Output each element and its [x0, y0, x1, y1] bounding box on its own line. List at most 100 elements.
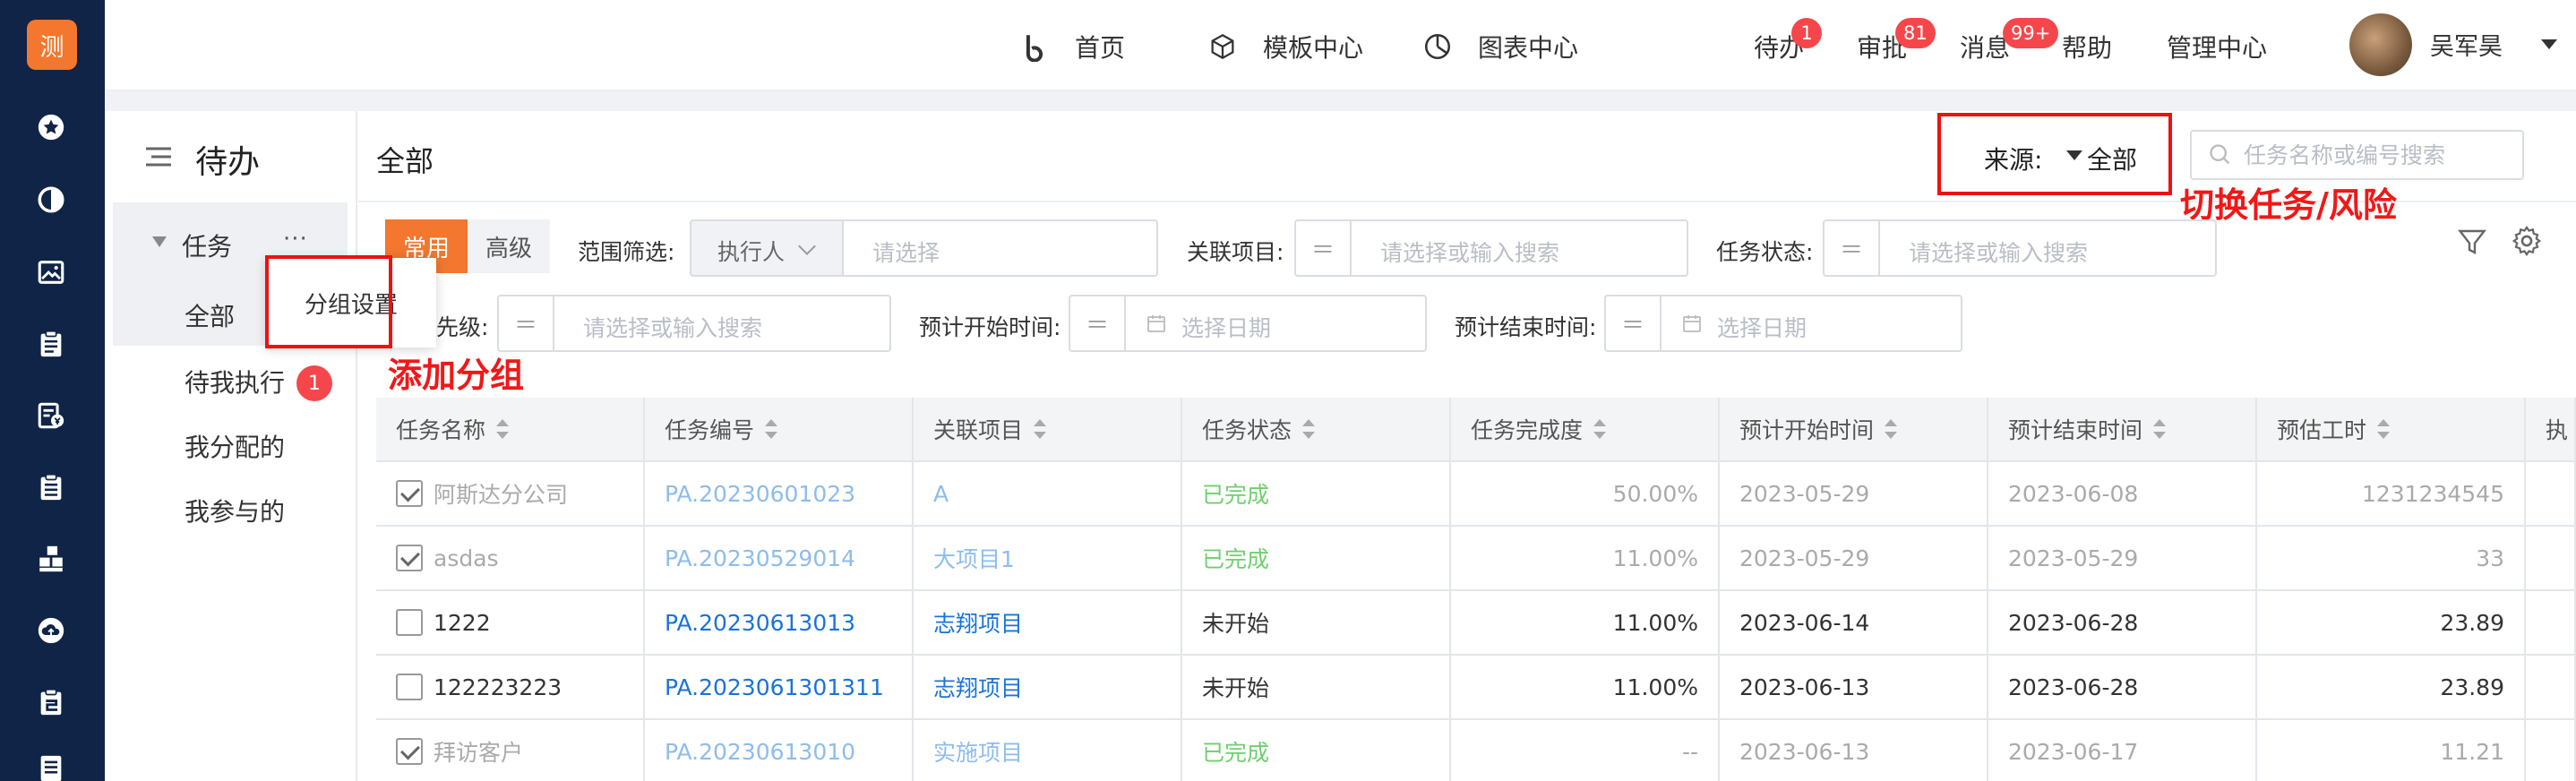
equals-operator-icon[interactable]: ＝: [499, 296, 554, 350]
row-checkbox[interactable]: [396, 545, 423, 571]
sidebar-item-all[interactable]: 全部: [185, 297, 235, 333]
project-filter-placeholder: 请选择或输入搜索: [1380, 240, 1560, 266]
star-icon[interactable]: [35, 111, 67, 143]
cell-text-progress: 11.00%: [1612, 545, 1698, 571]
table-header-col-end[interactable]: 预计结束时间: [1988, 398, 2257, 462]
header-divider-strip: [105, 91, 2576, 111]
table-cell-project[interactable]: 实施项目: [914, 720, 1182, 781]
table-cell-code[interactable]: PA.20230613010: [645, 720, 914, 781]
todo-badge: 1: [1791, 18, 1822, 48]
sort-icon[interactable]: [765, 419, 778, 439]
more-options-icon[interactable]: ···: [283, 226, 308, 253]
money-document-icon[interactable]: [35, 399, 67, 432]
nav-help[interactable]: 帮助: [2062, 27, 2112, 66]
sidebar-group-label[interactable]: 任务: [182, 227, 232, 263]
document-icon[interactable]: [35, 752, 67, 781]
status-filter-input[interactable]: ＝ 请选择或输入搜索: [1823, 219, 2217, 277]
cell-text-project: 实施项目: [933, 740, 1024, 766]
table-cell-code[interactable]: PA.20230601023: [645, 462, 914, 527]
sort-icon[interactable]: [2377, 419, 2391, 439]
status-filter-placeholder: 请选择或输入搜索: [1909, 240, 2089, 266]
table-cell-start: 2023-05-29: [1720, 527, 1988, 591]
table-cell-status: 已完成: [1182, 527, 1451, 591]
table-header-label: 任务编号: [665, 417, 755, 443]
row-checkbox[interactable]: [396, 674, 423, 700]
cell-text-project: 大项目1: [933, 546, 1015, 572]
table-header-col-start[interactable]: 预计开始时间: [1720, 398, 1988, 462]
equals-operator-icon[interactable]: ＝: [1825, 221, 1880, 275]
end-date-placeholder: 选择日期: [1717, 315, 1807, 341]
sort-icon[interactable]: [1593, 419, 1607, 439]
sort-icon[interactable]: [1302, 419, 1316, 439]
menu-collapse-icon[interactable]: [146, 146, 171, 167]
executor-input[interactable]: 请选择: [842, 219, 1158, 277]
table-cell-project[interactable]: 志翔项目: [914, 656, 1182, 720]
table-header-col-hours[interactable]: 预估工时: [2257, 398, 2526, 462]
table-header-col-progress[interactable]: 任务完成度: [1451, 398, 1720, 462]
cloud-upload-icon[interactable]: [35, 614, 67, 647]
cell-text-status: 已完成: [1202, 482, 1270, 508]
nav-charts[interactable]: 图表中心: [1422, 27, 1578, 66]
sidebar-item-pending-exec[interactable]: 待我执行: [185, 364, 285, 399]
cell-text-status: 未开始: [1202, 675, 1270, 701]
table-header-col-executor[interactable]: 执: [2526, 398, 2576, 462]
project-filter-label: 关联项目:: [1187, 239, 1284, 265]
table-cell-executor: [2526, 527, 2576, 591]
page-title: 全部: [376, 144, 434, 178]
sort-icon[interactable]: [2153, 419, 2167, 439]
row-checkbox[interactable]: [396, 480, 423, 507]
tab-advanced[interactable]: 高级: [468, 219, 550, 273]
table-cell-name: 1222: [376, 591, 645, 656]
table-cell-status: 已完成: [1182, 462, 1451, 527]
checklist-icon[interactable]: [35, 471, 67, 503]
row-checkbox[interactable]: [396, 738, 423, 765]
table-header-col-task-code[interactable]: 任务编号: [645, 398, 914, 462]
messages-badge: 99+: [2003, 18, 2059, 48]
sort-icon[interactable]: [1034, 419, 1047, 439]
pie-chart-icon[interactable]: [35, 184, 67, 216]
priority-filter-input[interactable]: ＝ 请选择或输入搜索: [497, 295, 891, 352]
cell-text-status: 已完成: [1202, 740, 1270, 766]
equals-operator-icon[interactable]: ＝: [1606, 296, 1662, 350]
clipboard-icon[interactable]: [35, 328, 67, 360]
project-filter-input[interactable]: ＝ 请选择或输入搜索: [1294, 219, 1688, 277]
filter-icon[interactable]: [2456, 226, 2488, 258]
table-cell-hours: 1231234545: [2257, 462, 2526, 527]
nav-home[interactable]: 首页: [1019, 27, 1125, 66]
table-cell-end: 2023-06-28: [1988, 591, 2257, 656]
sidebar-item-participating[interactable]: 我参与的: [185, 493, 285, 528]
equals-operator-icon[interactable]: ＝: [1296, 221, 1352, 275]
table-cell-code[interactable]: PA.20230529014: [645, 527, 914, 591]
nav-templates[interactable]: 模板中心: [1207, 27, 1363, 66]
sort-icon[interactable]: [496, 419, 510, 439]
blocks-icon[interactable]: [35, 543, 67, 575]
row-checkbox[interactable]: [396, 609, 423, 636]
table-cell-project[interactable]: 大项目1: [914, 527, 1182, 591]
sidebar-item-assigned[interactable]: 我分配的: [185, 428, 285, 464]
table-header-col-status[interactable]: 任务状态: [1182, 398, 1451, 462]
cell-text-code: PA.20230613013: [665, 609, 856, 636]
app-logo[interactable]: 测: [27, 20, 77, 70]
table-cell-end: 2023-06-28: [1988, 656, 2257, 720]
table-cell-code[interactable]: PA.20230613013: [645, 591, 914, 656]
search-input[interactable]: [2244, 138, 2512, 172]
equals-operator-icon[interactable]: ＝: [1070, 296, 1126, 350]
table-cell-project[interactable]: 志翔项目: [914, 591, 1182, 656]
table-cell-project[interactable]: A: [914, 462, 1182, 527]
table-header-col-task-name[interactable]: 任务名称: [376, 398, 645, 462]
nav-templates-label: 模板中心: [1263, 33, 1364, 63]
user-menu-caret-icon[interactable]: [2541, 39, 2557, 49]
settings-gear-icon[interactable]: [2510, 224, 2544, 258]
end-date-filter-input[interactable]: ＝ 选择日期: [1604, 295, 1962, 352]
sort-icon[interactable]: [1885, 419, 1898, 439]
avatar[interactable]: [2349, 13, 2412, 76]
start-date-filter-input[interactable]: ＝ 选择日期: [1069, 295, 1427, 352]
edit-clipboard-icon[interactable]: [35, 686, 67, 718]
nav-admin[interactable]: 管理中心: [2167, 27, 2267, 66]
caret-down-icon[interactable]: [152, 236, 167, 247]
table-header-col-project[interactable]: 关联项目: [914, 398, 1182, 462]
table-header-label: 任务状态: [1202, 417, 1292, 443]
table-cell-code[interactable]: PA.2023061301311: [645, 656, 914, 720]
image-icon[interactable]: [35, 256, 67, 288]
user-name[interactable]: 吴军昊: [2430, 27, 2503, 62]
